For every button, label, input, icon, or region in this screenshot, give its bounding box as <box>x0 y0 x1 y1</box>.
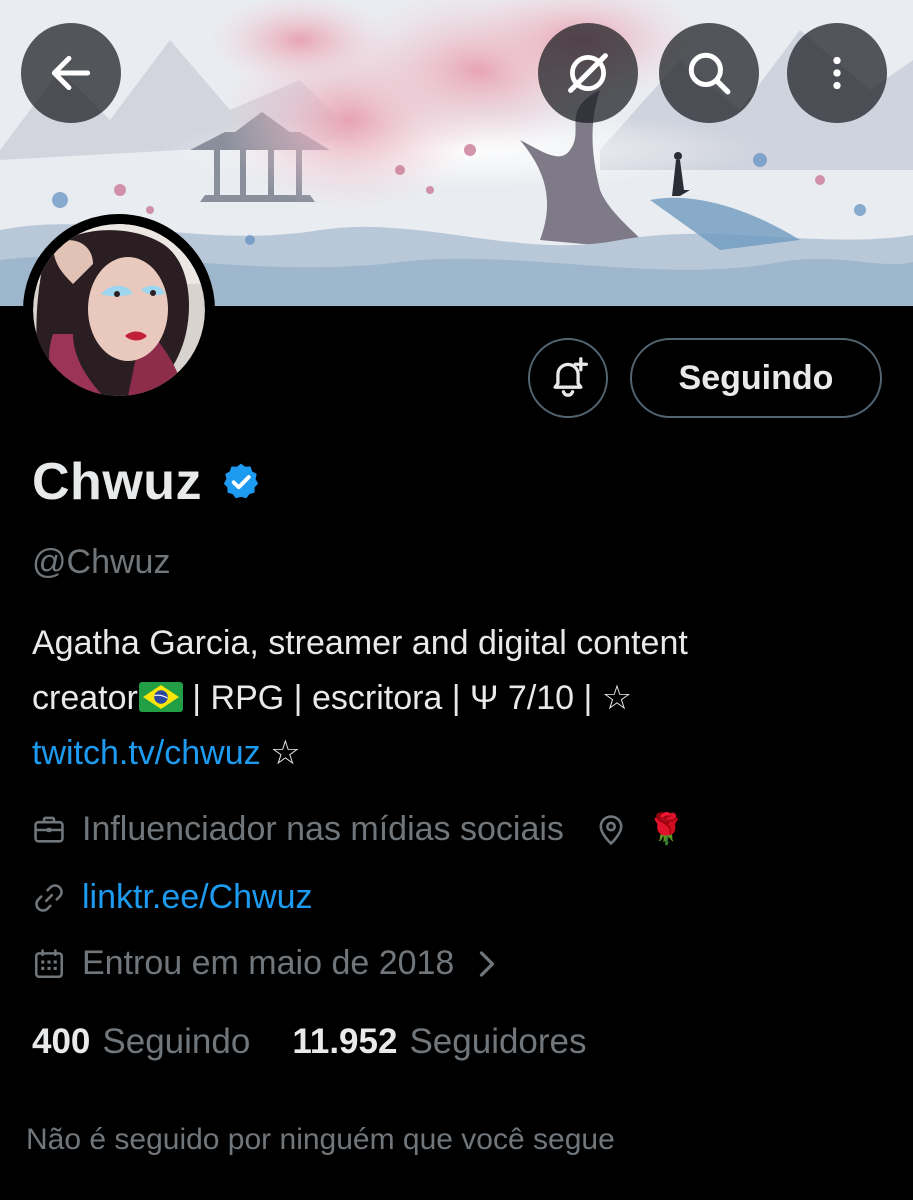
following-label: Seguindo <box>102 1022 251 1061</box>
bio: Agatha Garcia, streamer and digital cont… <box>32 616 892 781</box>
verified-badge-icon[interactable] <box>220 461 262 503</box>
profile-name-row: Chwuz <box>32 452 262 512</box>
bio-link-suffix: ☆ <box>260 734 301 772</box>
link-icon <box>35 883 63 912</box>
bio-line-3: twitch.tv/chwuz ☆ <box>32 726 892 781</box>
joined-row[interactable]: Entrou em maio de 2018 <box>32 944 498 983</box>
website-link[interactable]: linktr.ee/Chwuz <box>82 878 313 917</box>
followers-label: Seguidores <box>409 1022 587 1061</box>
followers-count: 11.952 <box>292 1022 398 1061</box>
avatar[interactable] <box>23 214 215 406</box>
avatar-photo <box>33 224 205 396</box>
handle: @Chwuz <box>32 543 171 581</box>
bio-line-2-suffix: | RPG | escritora | Ψ 7/10 | ☆ <box>192 679 633 717</box>
brazil-flag-icon <box>138 682 183 712</box>
arrow-left-icon <box>51 55 91 91</box>
grok-icon <box>568 53 608 93</box>
notifications-button[interactable] <box>528 338 608 418</box>
location-pin-icon <box>599 814 623 845</box>
more-options-button[interactable] <box>787 23 887 123</box>
chevron-right-icon <box>480 950 495 977</box>
followers-count-link[interactable]: 11.952 Seguidores <box>292 1022 586 1062</box>
bell-plus-icon <box>553 357 588 397</box>
joined-text: Entrou em maio de 2018 <box>82 944 455 982</box>
briefcase-icon <box>34 816 64 843</box>
following-count-link[interactable]: 400 Seguindo <box>32 1022 250 1062</box>
display-name: Chwuz <box>32 453 203 511</box>
more-vertical-icon <box>833 56 841 90</box>
search-icon <box>688 52 731 95</box>
back-button[interactable] <box>21 23 121 123</box>
bio-line-2-prefix: creator <box>32 679 138 717</box>
location-text: 🌹 <box>647 813 686 846</box>
bio-line-2: creator | RPG | escritora | Ψ 7/10 | ☆ <box>32 671 892 726</box>
calendar-icon <box>34 948 64 978</box>
bio-line-1: Agatha Garcia, streamer and digital cont… <box>32 624 688 662</box>
follow-counts: 400 Seguindo 11.952 Seguidores <box>32 1022 587 1062</box>
followed-by-note: Não é seguido por ninguém que você segue <box>26 1123 615 1156</box>
following-count: 400 <box>32 1022 91 1061</box>
profession-row: Influenciador nas mídias sociais 🌹 <box>32 810 685 849</box>
profession-text: Influenciador nas mídias sociais <box>82 810 564 848</box>
search-button[interactable] <box>659 23 759 123</box>
grok-button[interactable] <box>538 23 638 123</box>
following-button[interactable]: Seguindo <box>630 338 882 418</box>
website-row: linktr.ee/Chwuz <box>32 878 313 917</box>
bio-twitch-link[interactable]: twitch.tv/chwuz <box>32 734 261 772</box>
